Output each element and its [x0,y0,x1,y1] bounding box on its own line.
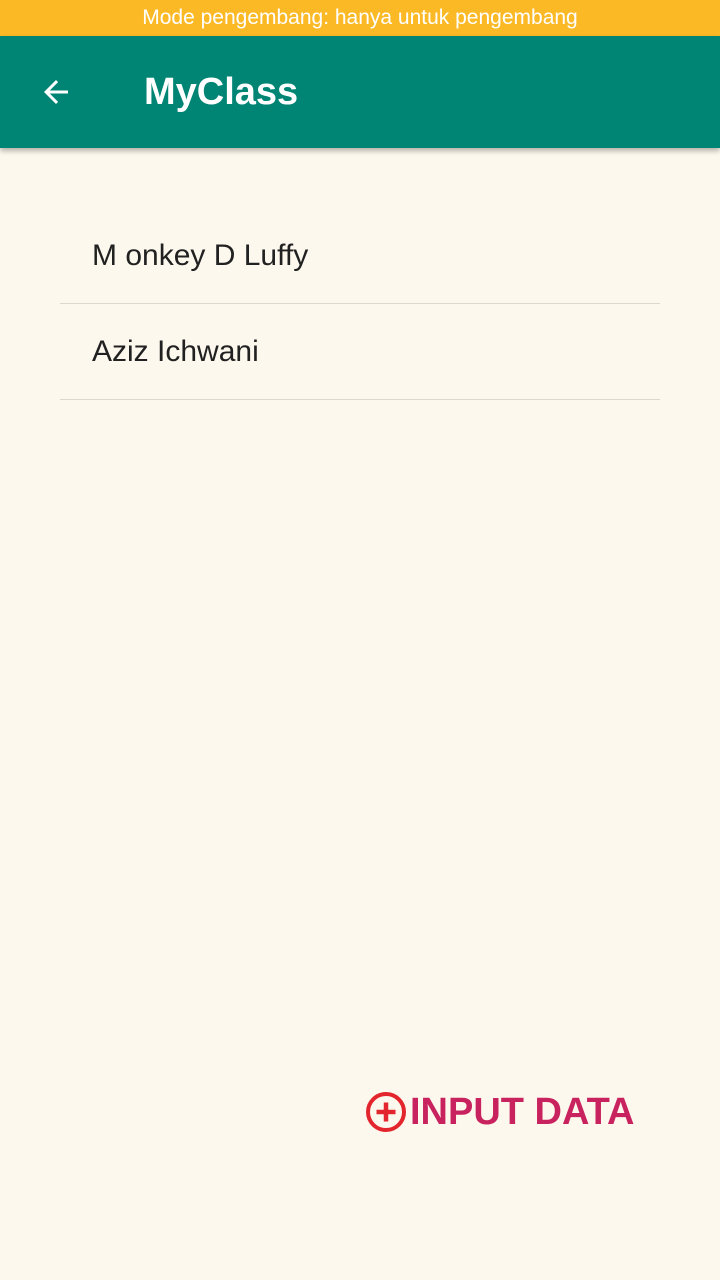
list-item[interactable]: M onkey D Luffy [60,208,660,304]
developer-mode-text: Mode pengembang: hanya untuk pengembang [142,6,578,29]
arrow-back-icon [44,80,68,104]
input-data-button[interactable]: INPUT DATA [364,1086,634,1138]
add-circle-icon [366,1092,406,1132]
developer-mode-banner: Mode pengembang: hanya untuk pengembang [0,0,720,36]
input-data-label: INPUT DATA [410,1090,635,1133]
list-item-label: Aziz Ichwani [92,334,259,368]
app-title: MyClass [144,71,299,113]
back-button[interactable] [24,60,88,124]
student-list: M onkey D Luffy Aziz Ichwani [60,208,660,400]
list-item-label: M onkey D Luffy [92,238,309,272]
app-bar: MyClass [0,36,720,148]
list-item[interactable]: Aziz Ichwani [60,304,660,400]
